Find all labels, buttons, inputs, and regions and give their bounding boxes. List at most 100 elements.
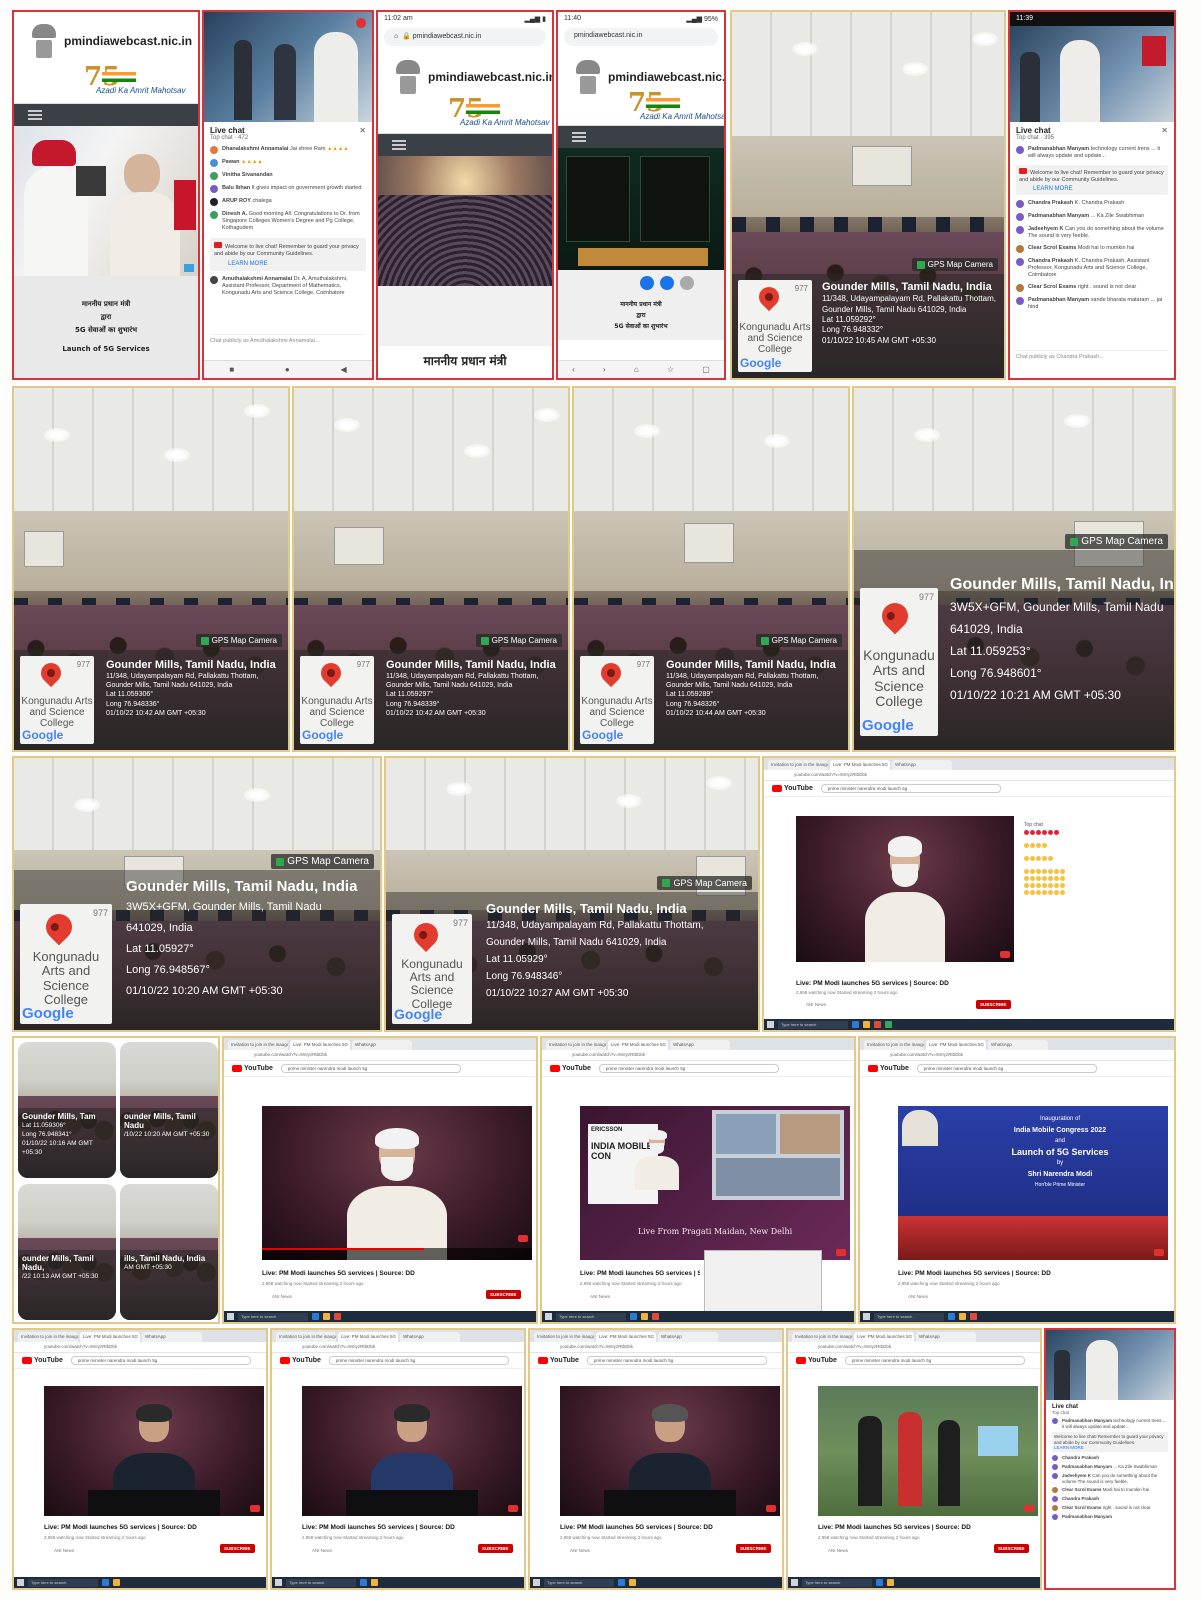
start-icon[interactable] (767, 1021, 774, 1028)
video-frame-pm-visit[interactable] (14, 126, 198, 276)
hamburger-menu-icon[interactable] (392, 140, 406, 150)
youtube-logo[interactable]: YouTube (796, 1357, 837, 1364)
phone-screenshot-live-chat: Live chat ✕ Top chat · 472 Dhanalakshmi … (202, 10, 374, 380)
nav-recent-icon[interactable]: ■ (229, 365, 234, 374)
android-nav-bar: ■ ● ◀ (204, 360, 372, 378)
youtube-search-input[interactable]: prime minister narendra modi launch 5g (280, 1064, 461, 1073)
person-dark (234, 40, 252, 120)
browser-tab[interactable]: Invitation to join in the inaugura (768, 760, 828, 770)
caption-big: माननीय प्रधान मंत्री (423, 354, 507, 368)
settings-icon[interactable] (680, 276, 694, 290)
nav-back-icon[interactable]: ◀ (340, 365, 346, 374)
subscribe-button[interactable]: SUBSCRIBE (486, 1290, 521, 1299)
menu-bar[interactable] (558, 126, 724, 148)
youtube-logo[interactable]: YouTube (232, 1065, 273, 1072)
youtube-search-input[interactable]: prime minister narendra modi launch 5g (328, 1356, 509, 1365)
stage-floor (578, 248, 708, 266)
video-player[interactable] (560, 1386, 780, 1516)
projector-screen (852, 146, 912, 187)
video-frame-pm-expo-3[interactable] (1046, 1330, 1174, 1400)
youtube-browser-screenshot-6: Invitation to join in the inaugura Live: … (270, 1328, 526, 1590)
person-dark-2 (274, 44, 296, 120)
youtube-search-input[interactable]: prime minister narendra modi launch 5g (916, 1064, 1097, 1073)
avatar (210, 172, 218, 180)
live-chat-title: Live chat (1016, 126, 1051, 135)
collage-photo: ills, Tamil Nadu, India AM GMT +05:30 (120, 1184, 218, 1320)
youtube-search-input[interactable]: prime minister narendra modi launch 5g (598, 1064, 779, 1073)
youtube-logo[interactable]: YouTube (550, 1065, 591, 1072)
youtube-logo[interactable]: YouTube (280, 1357, 321, 1364)
youtube-logo[interactable]: YouTube (538, 1357, 579, 1364)
viewer-count: 395 (1044, 135, 1055, 141)
video-player[interactable] (818, 1386, 1038, 1516)
nav-home-icon[interactable]: ⌂ (634, 365, 639, 374)
classroom-photo-gps-6: GPS Map Camera 977 Kongunadu Arts and Sci… (12, 756, 382, 1032)
browser-url-bar[interactable]: pmindiawebcast.nic.in (564, 28, 718, 46)
site-domain: pmindiawebcast.nic.in (64, 34, 193, 48)
gps-overlay: GPS Map Camera 977 Kongunadu Arts and Sci… (386, 876, 758, 1030)
subscribe-button[interactable]: SUBSCRIBE (478, 1544, 513, 1553)
close-icon[interactable]: ✕ (1161, 126, 1168, 135)
video-frame-auditorium[interactable] (378, 156, 552, 286)
chat-message: Jadeehyem K Can you do something about t… (1016, 226, 1168, 240)
hamburger-menu-icon[interactable] (572, 132, 586, 142)
video-player[interactable] (44, 1386, 264, 1516)
youtube-search-input[interactable]: prime minister narendra modi launch 5g (70, 1356, 251, 1365)
channel-name[interactable]: ANI News (806, 1002, 826, 1007)
share-icon[interactable] (640, 276, 654, 290)
close-icon[interactable]: ✕ (359, 126, 366, 135)
chat-input[interactable]: Chat publicly as Chandra Prakash... (1016, 350, 1168, 360)
file-explorer-popup[interactable] (704, 1250, 822, 1314)
video-frame-pm-expo[interactable] (204, 12, 372, 122)
video-player[interactable] (796, 816, 1014, 962)
player-controls[interactable] (262, 1248, 532, 1260)
browser-tab[interactable]: WhatsApp (892, 760, 952, 770)
chat-message: Amuthalakshmi Annamalai Dr. A. Amuthalak… (210, 276, 366, 297)
video-player[interactable] (302, 1386, 522, 1516)
nav-home-icon[interactable]: ● (285, 365, 290, 374)
taskbar-search[interactable]: Type here to search (778, 1020, 848, 1029)
top-chat-label[interactable]: Top chat (210, 135, 233, 141)
video-player[interactable]: ERICSSON INDIA MOBILE CON Live From Praga… (580, 1106, 850, 1260)
learn-more-link[interactable]: LEARN MORE (228, 261, 362, 267)
classroom-photo-gps-5: GPS Map Camera 977 Kongunadu Arts and Sci… (852, 386, 1176, 752)
browser-url-bar[interactable]: ⌂ 🔒 pmindiawebcast.nic.in (384, 28, 546, 46)
youtube-logo[interactable]: YouTube (22, 1357, 63, 1364)
classroom-photo-gps-4: GPS Map Camera 977 Kongunadu Arts and Sci… (572, 386, 850, 752)
photo-collage-4: Gounder Mills, Tam Lat 11.059306° Long 76.… (12, 1036, 220, 1324)
video-frame-pm-expo-2[interactable] (1010, 26, 1174, 122)
fullscreen-icon[interactable] (184, 264, 194, 272)
subscribe-button[interactable]: SUBSCRIBE (994, 1544, 1029, 1553)
live-chat-panel: Live chat Top chat Padmanabhan Manyam te… (1046, 1400, 1174, 1588)
youtube-logo[interactable]: YouTube (868, 1065, 909, 1072)
classroom-photo-gps-1: GPS Map Camera 977 Kongunadu Arts and Sc… (730, 10, 1006, 380)
menu-bar[interactable] (378, 134, 552, 156)
video-player[interactable] (262, 1106, 532, 1260)
video-player[interactable]: Inauguration of India Mobile Congress 20… (898, 1106, 1168, 1260)
subscribe-button[interactable]: SUBSCRIBE (220, 1544, 255, 1553)
subscribe-button[interactable]: SUBSCRIBE (976, 1000, 1011, 1009)
address-bar[interactable]: youtube.com/watch?v=9mIyzRtbDbk (764, 770, 1174, 781)
learn-more-link[interactable]: LEARN MORE (1054, 1445, 1166, 1450)
tabs-icon[interactable]: ▢ (702, 365, 710, 374)
chat-input[interactable]: Chat publicly as Amuthalakshmi Annamalai… (210, 334, 366, 344)
youtube-logo[interactable]: YouTube (772, 785, 813, 792)
youtube-search-input[interactable]: prime minister narendra modi launch 5g (820, 784, 1001, 793)
video-frame-5g-stage[interactable] (558, 148, 724, 270)
bookmark-icon[interactable]: ☆ (667, 365, 674, 374)
youtube-search-input[interactable]: prime minister narendra modi launch 5g (844, 1356, 1025, 1365)
youtube-search-input[interactable]: prime minister narendra modi launch 5g (586, 1356, 767, 1365)
subscribe-button[interactable]: SUBSCRIBE (736, 1544, 771, 1553)
zoom-icon[interactable] (660, 276, 674, 290)
top-chat-label[interactable]: Top chat (1016, 135, 1039, 141)
learn-more-link[interactable]: LEARN MORE (1033, 186, 1165, 192)
imc-banner-text: Inauguration of India Mobile Congress 20… (1011, 1116, 1109, 1188)
hamburger-menu-icon[interactable] (28, 110, 42, 120)
browser-tab-active[interactable]: Live: PM Modi launches 5G (830, 760, 890, 770)
caption-panel: माननीय प्रधान मंत्री द्वारा 5G सेवाओं का… (14, 276, 198, 378)
menu-bar[interactable] (14, 104, 198, 126)
nav-back-icon[interactable]: ‹ (572, 365, 575, 374)
nav-forward-icon[interactable]: › (603, 365, 606, 374)
collage-root: pmindiawebcast.nic.in 75Azadi Ka Amrit M… (0, 0, 1202, 1600)
pm-portrait (902, 1110, 938, 1146)
